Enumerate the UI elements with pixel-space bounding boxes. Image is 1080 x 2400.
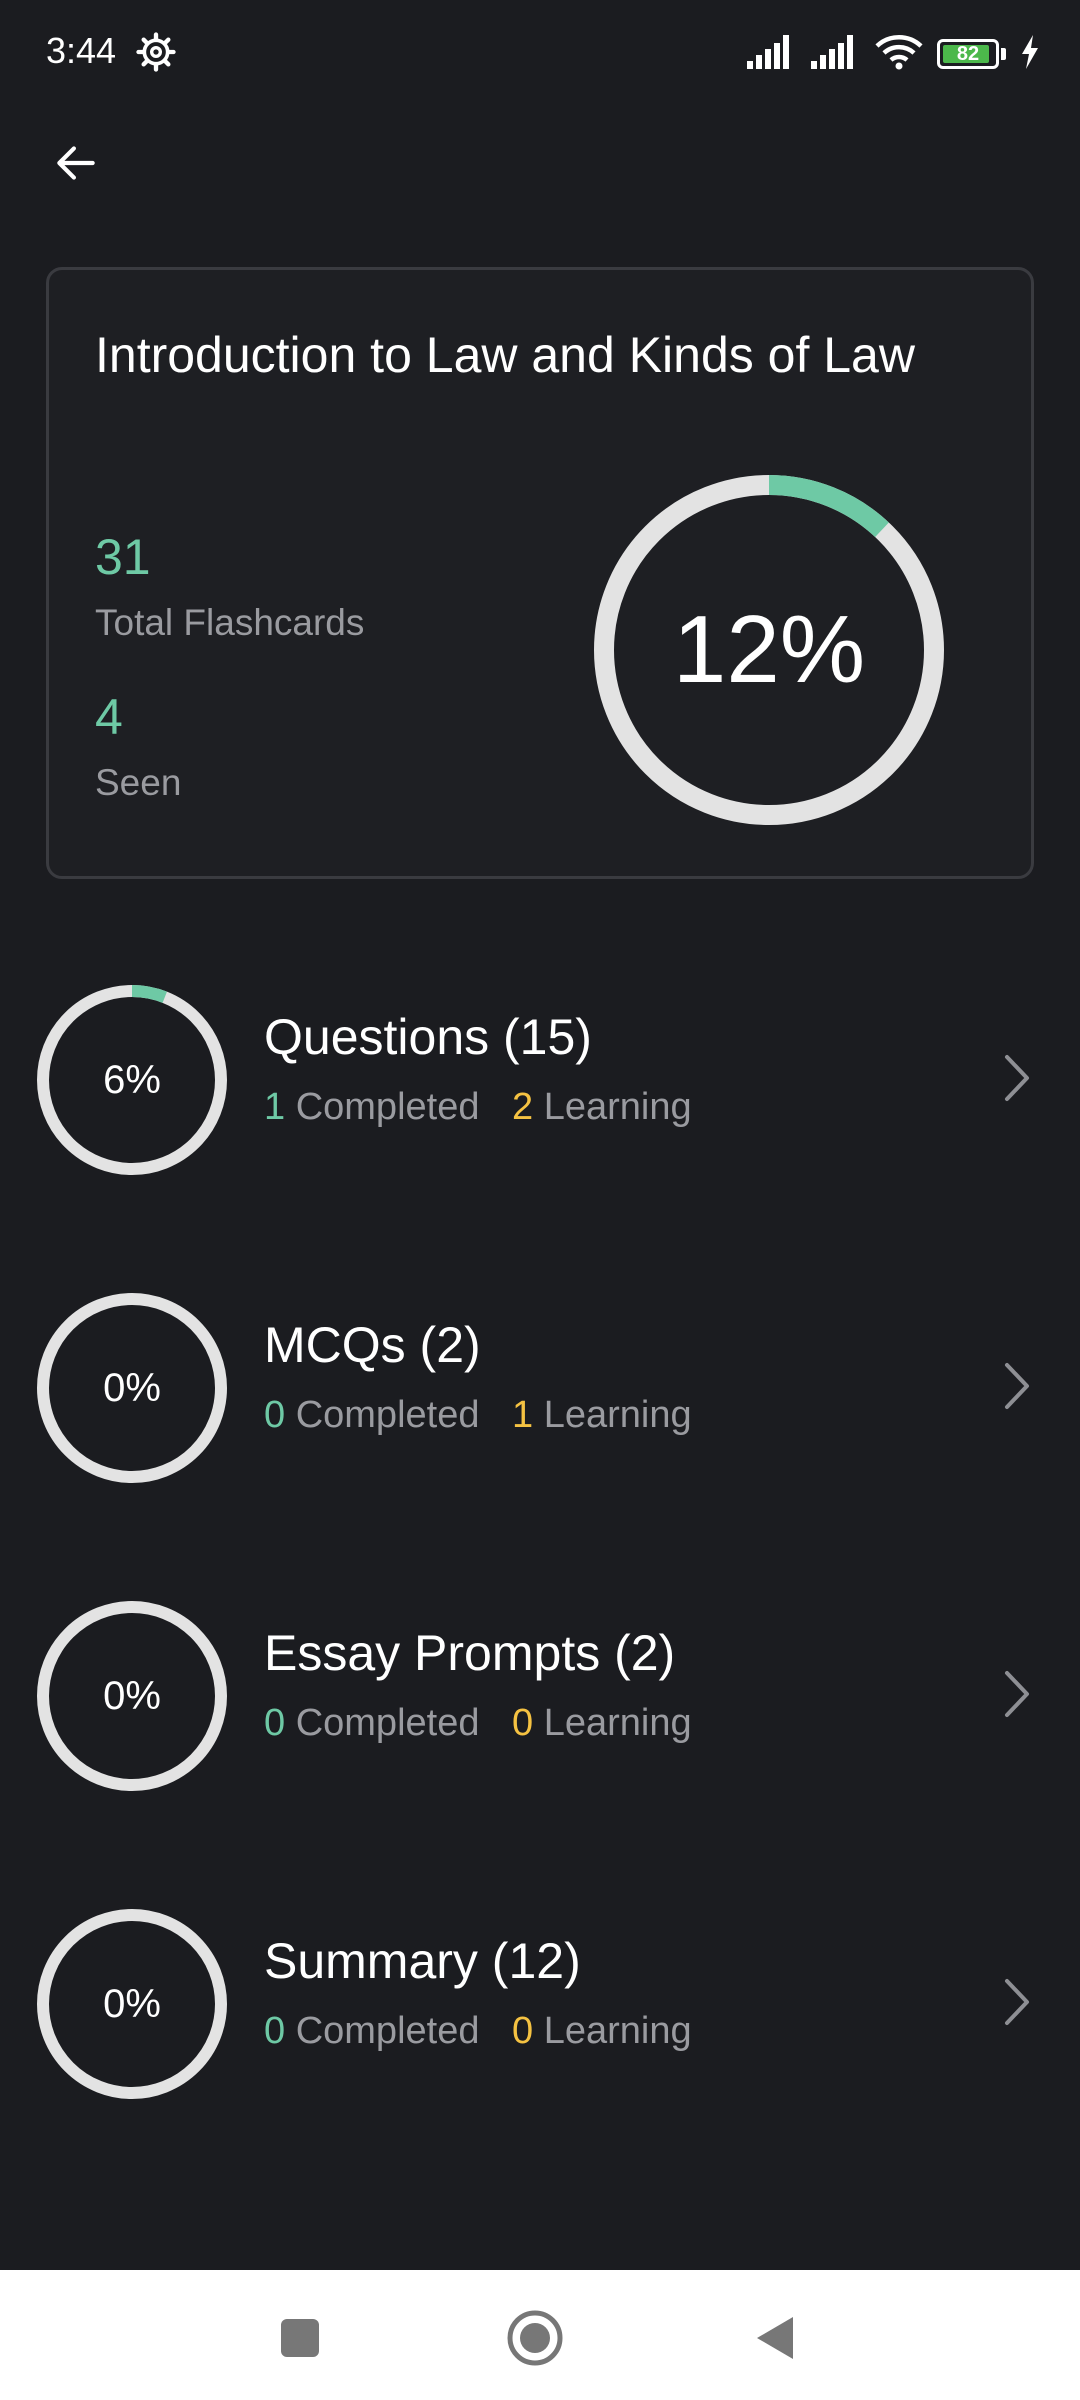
learning-label: Learning — [543, 1394, 692, 1436]
section-stats: 1 Completed 2 Learning — [264, 1086, 692, 1129]
completed-label: Completed — [295, 1702, 480, 1744]
settings-gear-icon — [136, 32, 176, 77]
section-title: Questions (15) — [264, 1009, 592, 1065]
learning-label: Learning — [543, 1086, 692, 1128]
battery-icon: 82 — [937, 39, 1006, 69]
section-title: Summary (12) — [264, 1933, 581, 1989]
recents-square-icon — [280, 2318, 320, 2363]
recents-button[interactable] — [270, 2310, 330, 2370]
charging-bolt-icon — [1020, 34, 1040, 74]
section-progress-label: 0% — [103, 1365, 161, 1410]
home-button[interactable] — [505, 2310, 565, 2370]
deck-title: Introduction to Law and Kinds of Law — [95, 327, 915, 383]
section-progress-label: 0% — [103, 1981, 161, 2026]
seen-value: 4 — [95, 689, 123, 745]
completed-count: 0 — [264, 1394, 286, 1436]
arrow-left-icon — [51, 138, 101, 193]
learning-label: Learning — [543, 2010, 692, 2052]
completed-label: Completed — [295, 2010, 480, 2052]
seen-label: Seen — [95, 762, 182, 803]
back-triangle-icon — [755, 2315, 795, 2366]
system-back-button[interactable] — [745, 2310, 805, 2370]
wifi-icon — [875, 34, 923, 75]
learning-count: 0 — [512, 2010, 534, 2052]
section-title: MCQs (2) — [264, 1317, 481, 1373]
section-row-summary[interactable]: 0% Summary (12) 0 Completed 0 Learning — [0, 1902, 1080, 2102]
signal-icon — [811, 34, 861, 74]
status-icons: 82 — [747, 32, 1040, 76]
completed-count: 1 — [264, 1086, 286, 1128]
deck-summary-card: Introduction to Law and Kinds of Law 31 … — [46, 267, 1034, 879]
total-flashcards-value: 31 — [95, 529, 151, 585]
learning-count: 2 — [512, 1086, 534, 1128]
completed-count: 0 — [264, 1702, 286, 1744]
completed-label: Completed — [295, 1086, 480, 1128]
completed-count: 0 — [264, 2010, 286, 2052]
chevron-right-icon — [1002, 1976, 1032, 2033]
system-nav-bar — [0, 2270, 1080, 2400]
back-button[interactable] — [46, 135, 106, 195]
battery-level: 82 — [956, 42, 980, 65]
section-row-mcqs[interactable]: 0% MCQs (2) 0 Completed 1 Learning — [0, 1286, 1080, 1486]
chevron-right-icon — [1002, 1052, 1032, 1109]
section-stats: 0 Completed 1 Learning — [264, 1394, 692, 1437]
section-row-essay-prompts[interactable]: 0% Essay Prompts (2) 0 Completed 0 Learn… — [0, 1594, 1080, 1794]
learning-label: Learning — [543, 1702, 692, 1744]
section-title: Essay Prompts (2) — [264, 1625, 676, 1681]
home-circle-icon — [506, 2309, 564, 2372]
learning-count: 0 — [512, 1702, 534, 1744]
chevron-right-icon — [1002, 1360, 1032, 1417]
section-row-questions[interactable]: 6% Questions (15) 1 Completed 2 Learning — [0, 978, 1080, 1178]
section-progress-label: 0% — [103, 1673, 161, 1718]
learning-count: 1 — [512, 1394, 534, 1436]
section-stats: 0 Completed 0 Learning — [264, 2010, 692, 2053]
total-flashcards-label: Total Flashcards — [95, 602, 365, 643]
section-progress-label: 6% — [103, 1057, 161, 1102]
overall-progress-label: 12% — [672, 596, 866, 703]
signal-icon — [747, 34, 797, 74]
status-time: 3:44 — [46, 30, 117, 71]
completed-label: Completed — [295, 1394, 480, 1436]
section-stats: 0 Completed 0 Learning — [264, 1702, 692, 1745]
chevron-right-icon — [1002, 1668, 1032, 1725]
status-bar: 3:44 82 — [0, 0, 1080, 105]
